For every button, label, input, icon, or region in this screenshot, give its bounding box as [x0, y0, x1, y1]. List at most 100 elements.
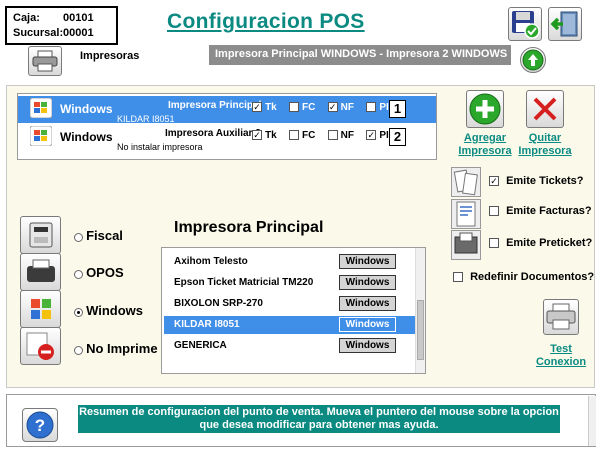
scroll-thumb[interactable]	[417, 300, 424, 360]
printer-list-item[interactable]: Epson Ticket Matricial TM220 Windows	[164, 274, 416, 292]
printer-driver-button[interactable]: Windows	[339, 317, 396, 332]
flag-nf-checkbox[interactable]	[327, 130, 338, 141]
flag-fc-label: FC	[302, 130, 316, 141]
emite-tickets-option[interactable]: ✓ Emite Tickets?	[489, 175, 584, 187]
printer-role: Impresora Principal	[168, 100, 262, 111]
printer-flags: ✓ Tk FC ✓ NF PI	[252, 101, 389, 113]
printer-name: No instalar impresora	[117, 142, 203, 152]
windows-logo-icon	[30, 299, 51, 319]
printer-driver-button[interactable]: Windows	[339, 338, 396, 353]
radio-label-fiscal: Fiscal	[86, 228, 123, 243]
flag-tk-label: Tk	[265, 130, 277, 141]
add-printer-button[interactable]	[466, 90, 504, 128]
printers-label: Impresoras	[80, 50, 140, 62]
exit-button[interactable]	[548, 7, 582, 41]
caja-label: Caja:	[13, 12, 40, 24]
radio-label-windows: Windows	[86, 303, 143, 318]
preticket-doc-icon	[451, 230, 481, 260]
printer-os: Windows	[60, 130, 113, 144]
floppy-disk-icon	[512, 11, 540, 39]
emite-facturas-label: Emite Facturas?	[506, 205, 592, 217]
fiscal-printer-icon	[29, 222, 52, 248]
flag-pi-checkbox[interactable]: ✓	[366, 130, 377, 141]
station-info-box: Caja: 00101 Sucursal: 00001	[5, 6, 118, 45]
redefinir-documentos-checkbox[interactable]	[453, 272, 463, 283]
emite-preticket-label: Emite Preticket?	[506, 237, 593, 249]
printer-list-scrollbar[interactable]	[415, 248, 425, 373]
remove-printer-link[interactable]: Quitar Impresora	[515, 132, 575, 158]
emite-facturas-option[interactable]: Emite Facturas?	[489, 205, 592, 217]
flag-fc-checkbox[interactable]	[288, 130, 299, 141]
flag-fc-label: FC	[302, 102, 316, 113]
printer-icon	[546, 303, 576, 330]
sucursal-value: 00001	[63, 27, 94, 39]
printer-number: 1	[389, 100, 406, 118]
sucursal-label: Sucursal:	[13, 27, 64, 39]
svg-text:?: ?	[35, 416, 45, 435]
printer-role: Impresora Auxiliar 2	[165, 128, 261, 139]
flag-nf-label: NF	[340, 102, 355, 113]
ticket-doc-icon	[451, 167, 481, 197]
printer-driver-button[interactable]: Windows	[339, 254, 396, 269]
add-printer-link[interactable]: Agregar Impresora	[455, 132, 515, 158]
upload-button[interactable]	[520, 47, 546, 73]
help-button[interactable]: ?	[22, 408, 58, 442]
printer-list[interactable]: Axihom Telesto Windows Epson Ticket Matri…	[161, 247, 426, 374]
caja-value: 00101	[63, 12, 94, 24]
type-radio-windows[interactable]: Windows	[74, 303, 143, 318]
flag-pi-checkbox[interactable]	[366, 102, 377, 113]
emite-preticket-checkbox[interactable]	[489, 238, 499, 249]
printer-list-item[interactable]: BIXOLON SRP-270 Windows	[164, 295, 416, 313]
windows-logo-icon	[29, 97, 53, 119]
flag-tk-checkbox[interactable]: ✓	[252, 102, 262, 113]
test-connection-button[interactable]	[543, 299, 579, 335]
flag-tk-label: Tk	[265, 102, 277, 113]
delete-x-icon	[533, 97, 557, 121]
printers-summary: Impresora Principal WINDOWS - Impresora …	[209, 45, 511, 65]
windows-type-button[interactable]	[20, 290, 61, 328]
page-title: Configuracion POS	[167, 10, 365, 33]
save-button[interactable]	[508, 7, 542, 41]
radio-fiscal[interactable]	[74, 232, 83, 242]
opos-type-button[interactable]	[20, 253, 61, 291]
emite-facturas-checkbox[interactable]	[489, 206, 499, 217]
exit-door-icon	[550, 11, 578, 37]
radio-opos[interactable]	[74, 269, 83, 279]
test-connection-link[interactable]: Test Conexion	[534, 343, 588, 369]
flag-pi-label: PI	[379, 102, 389, 113]
flag-pi-label: PI	[379, 130, 389, 141]
radio-label-no-imprime: No Imprime	[86, 341, 158, 356]
printer-name: KILDAR I8051	[117, 114, 175, 124]
windows-logo-icon	[29, 125, 53, 147]
printer-list-item-selected[interactable]: KILDAR I8051 Windows	[164, 316, 416, 334]
printer-flags: ✓ Tk FC NF ✓ PI	[252, 129, 389, 141]
flag-tk-checkbox[interactable]: ✓	[252, 130, 262, 141]
printer-driver-button[interactable]: Windows	[339, 296, 396, 311]
flag-fc-checkbox[interactable]	[288, 102, 299, 113]
emite-tickets-checkbox[interactable]: ✓	[489, 176, 499, 187]
printer-os: Windows	[60, 102, 113, 116]
printer-list-item[interactable]: Axihom Telesto Windows	[164, 253, 416, 271]
question-icon: ?	[26, 411, 54, 439]
help-scrollbar[interactable]	[588, 396, 596, 446]
printer-list-item[interactable]: GENERICA Windows	[164, 337, 416, 355]
redefinir-documentos-option[interactable]: Redefinir Documentos?	[453, 271, 594, 283]
section-title: Impresora Principal	[174, 219, 324, 236]
fiscal-type-button[interactable]	[20, 216, 61, 254]
emite-tickets-label: Emite Tickets?	[506, 175, 584, 187]
flag-nf-checkbox[interactable]: ✓	[327, 102, 338, 113]
type-radio-no-imprime[interactable]: No Imprime	[74, 341, 158, 356]
type-radio-fiscal[interactable]: Fiscal	[74, 228, 123, 243]
printer-driver-button[interactable]: Windows	[339, 275, 396, 290]
type-radio-opos[interactable]: OPOS	[74, 265, 124, 280]
printer-number: 2	[389, 128, 406, 146]
emite-preticket-option[interactable]: Emite Preticket?	[489, 237, 592, 249]
redefinir-documentos-label: Redefinir Documentos?	[470, 271, 595, 283]
invoice-doc-icon	[451, 199, 481, 229]
no-print-type-button[interactable]	[20, 327, 61, 365]
radio-windows[interactable]	[74, 307, 83, 317]
remove-printer-button[interactable]	[526, 90, 564, 128]
radio-no-imprime[interactable]	[74, 345, 83, 355]
arrow-up-icon	[522, 49, 544, 71]
printers-button[interactable]	[28, 46, 62, 76]
